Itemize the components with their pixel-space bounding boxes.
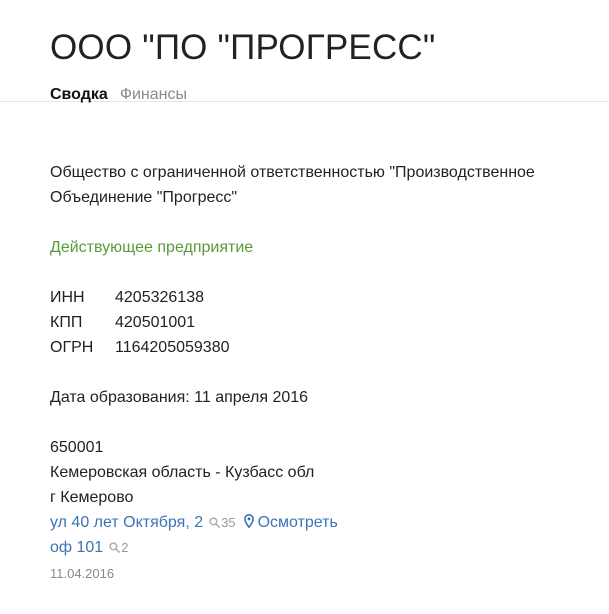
tab-bar: Сводка Финансы xyxy=(50,85,609,105)
code-label: ИНН xyxy=(50,289,85,306)
search-icon xyxy=(209,517,221,528)
search-icon xyxy=(109,542,121,553)
company-codes: ИНН 4205326138 КПП 420501001 ОГРН 116420… xyxy=(50,285,230,360)
tab-summary[interactable]: Сводка xyxy=(50,85,108,105)
street-link[interactable]: ул 40 лет Октября, 2 xyxy=(50,514,203,531)
code-row-inn: ИНН 4205326138 xyxy=(50,285,230,310)
page-title: ООО "ПО "ПРОГРЕСС" xyxy=(50,28,436,67)
address-postcode: 650001 xyxy=(50,439,104,456)
map-pin-icon[interactable] xyxy=(243,514,254,528)
address-city: г Кемерово xyxy=(50,489,134,506)
address-office-line: оф 101 2 xyxy=(50,535,338,560)
founded-date: Дата образования: 11 апреля 2016 xyxy=(50,389,309,406)
code-value: 4205326138 xyxy=(115,289,204,306)
code-label: ОГРН xyxy=(50,339,94,356)
view-map-link[interactable]: Осмотреть xyxy=(258,514,338,531)
address-block: 650001 Кемеровская область - Кузбасс обл… xyxy=(50,435,338,560)
address-street-line: ул 40 лет Октября, 2 35 Осмотреть xyxy=(50,510,338,535)
code-value: 1164205059380 xyxy=(115,339,230,356)
office-link[interactable]: оф 101 xyxy=(50,539,103,556)
code-row-ogrn: ОГРН 1164205059380 xyxy=(50,335,230,360)
page-header: ООО "ПО "ПРОГРЕСС" Сводка Финансы xyxy=(0,0,609,105)
street-search-count[interactable]: 35 xyxy=(221,515,235,530)
code-value: 420501001 xyxy=(115,314,196,331)
status-badge: Действующее предприятие xyxy=(50,239,254,256)
code-row-kpp: КПП 420501001 xyxy=(50,310,230,335)
address-region: Кемеровская область - Кузбасс обл xyxy=(50,464,315,481)
office-search-count[interactable]: 2 xyxy=(121,540,128,555)
address-date: 11.04.2016 xyxy=(50,566,115,581)
code-label: КПП xyxy=(50,314,83,331)
tab-finance[interactable]: Финансы xyxy=(120,85,187,105)
company-full-name: Общество с ограниченной ответственностью… xyxy=(50,164,535,206)
